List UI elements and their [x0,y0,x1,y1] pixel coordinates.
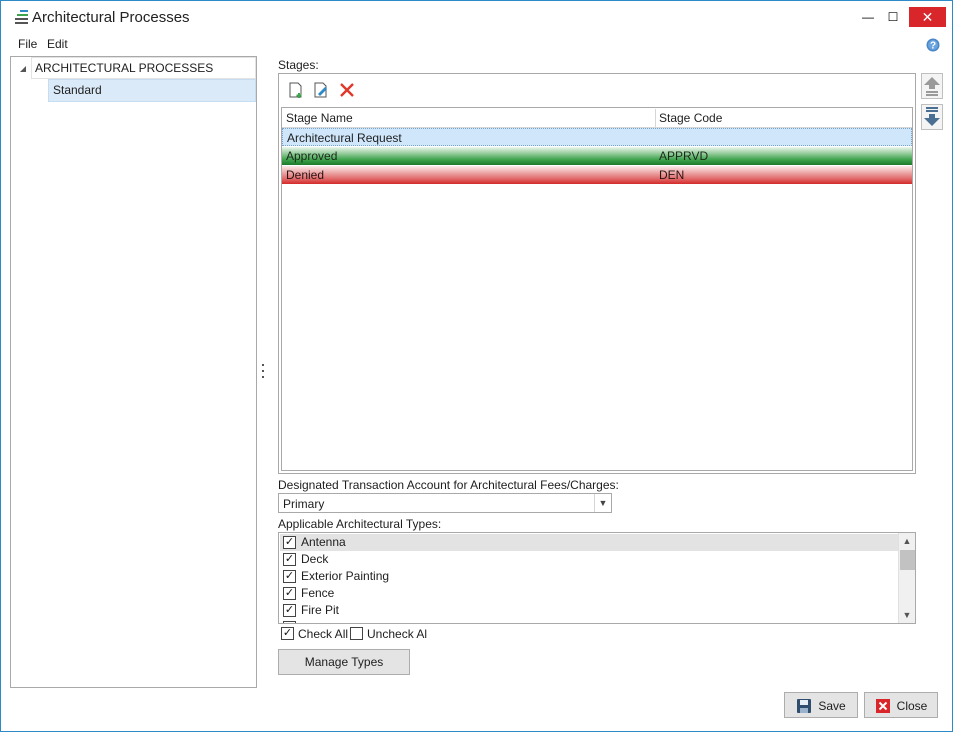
column-header-stage-code[interactable]: Stage Code [659,111,722,125]
scroll-down-icon[interactable]: ▼ [899,607,915,623]
menu-bar: File Edit [1,35,952,53]
type-label: Fire Pit [301,603,340,617]
manage-types-button[interactable]: Manage Types [278,649,410,675]
table-row[interactable]: Denied DEN [282,166,912,184]
chevron-down-icon[interactable]: ▼ [594,494,611,512]
account-select[interactable]: Primary ▼ [278,493,612,513]
table-row[interactable]: Approved APPRVD [282,147,912,165]
main-window: Architectural Processes — ☐ ✕ File Edit … [0,0,953,732]
uncheck-all-checkbox[interactable] [350,627,363,640]
list-item[interactable]: ✓ Fire Pit [280,602,898,619]
cell-stage-name: Architectural Request [287,131,402,145]
type-label: Antenna [301,535,346,549]
save-label: Save [818,698,846,713]
svg-text:?: ? [930,41,936,52]
grid-header: Stage Name Stage Code [282,108,912,128]
edit-stage-icon[interactable] [312,81,330,99]
types-label: Applicable Architectural Types: [278,517,442,531]
account-label: Designated Transaction Account for Archi… [278,478,619,492]
window-title: Architectural Processes [32,9,190,26]
arrow-down-icon [924,107,940,126]
cell-stage-code: APPRVD [659,149,709,163]
splitter-handle[interactable] [261,364,264,378]
types-list: ✓ Antenna ✓ Deck ✓ Exterior Painting ✓ F… [278,532,916,624]
check-all-checkbox[interactable]: ✓ [281,627,294,640]
column-divider[interactable] [655,109,656,127]
arrow-up-icon [924,77,940,96]
process-tree: ARCHITECTURAL PROCESSES Standard [10,56,257,688]
checkbox-antenna[interactable]: ✓ [283,536,296,549]
move-stage-up-button[interactable] [921,73,943,99]
cell-stage-name: Approved [286,149,338,163]
type-label: Fence [301,586,335,600]
app-logo-icon [15,10,28,24]
tree-root-architectural-processes[interactable]: ARCHITECTURAL PROCESSES [31,57,256,79]
close-label: Close [896,698,928,713]
stages-label: Stages: [278,58,319,72]
checkbox-fence[interactable]: ✓ [283,587,296,600]
close-window-button[interactable]: ✕ [909,7,946,27]
list-item-partial [280,619,898,623]
list-item[interactable]: ✓ Deck [280,551,898,568]
stages-grid: Stage Name Stage Code Architectural Requ… [281,107,913,471]
help-icon[interactable]: ? [926,38,940,52]
new-stage-icon[interactable] [287,81,305,99]
tree-collapse-icon[interactable] [19,65,27,73]
list-item[interactable]: ✓ Antenna [280,534,898,551]
checkbox-partial [283,621,296,623]
delete-stage-icon[interactable] [338,81,356,99]
column-header-stage-name[interactable]: Stage Name [286,111,353,125]
cell-stage-code: DEN [659,168,685,182]
uncheck-all-label: Uncheck Al [367,627,428,641]
maximize-button[interactable]: ☐ [876,7,910,27]
list-item[interactable]: ✓ Fence [280,585,898,602]
title-bar: Architectural Processes — ☐ ✕ [1,1,952,33]
menu-edit[interactable]: Edit [47,37,68,51]
check-all-label: Check All [298,627,349,641]
save-icon [797,698,812,713]
move-stage-down-button[interactable] [921,104,943,130]
checkbox-exterior-painting[interactable]: ✓ [283,570,296,583]
cell-stage-name: Denied [286,168,325,182]
close-button[interactable]: Close [864,692,938,718]
account-selected-value: Primary [283,497,325,511]
list-item[interactable]: ✓ Exterior Painting [280,568,898,585]
type-label: Deck [301,552,329,566]
table-row[interactable]: Architectural Request [282,128,912,146]
save-button[interactable]: Save [784,692,858,718]
checkbox-deck[interactable]: ✓ [283,553,296,566]
checkbox-fire-pit[interactable]: ✓ [283,604,296,617]
menu-file[interactable]: File [18,37,37,51]
type-label: Exterior Painting [301,569,390,583]
tree-item-standard[interactable]: Standard [48,79,256,102]
close-icon [875,698,890,713]
stages-panel: Stage Name Stage Code Architectural Requ… [278,73,916,474]
scroll-up-icon[interactable]: ▲ [899,533,915,549]
scroll-thumb[interactable] [900,550,915,570]
types-scrollbar[interactable]: ▲ ▼ [898,533,915,623]
